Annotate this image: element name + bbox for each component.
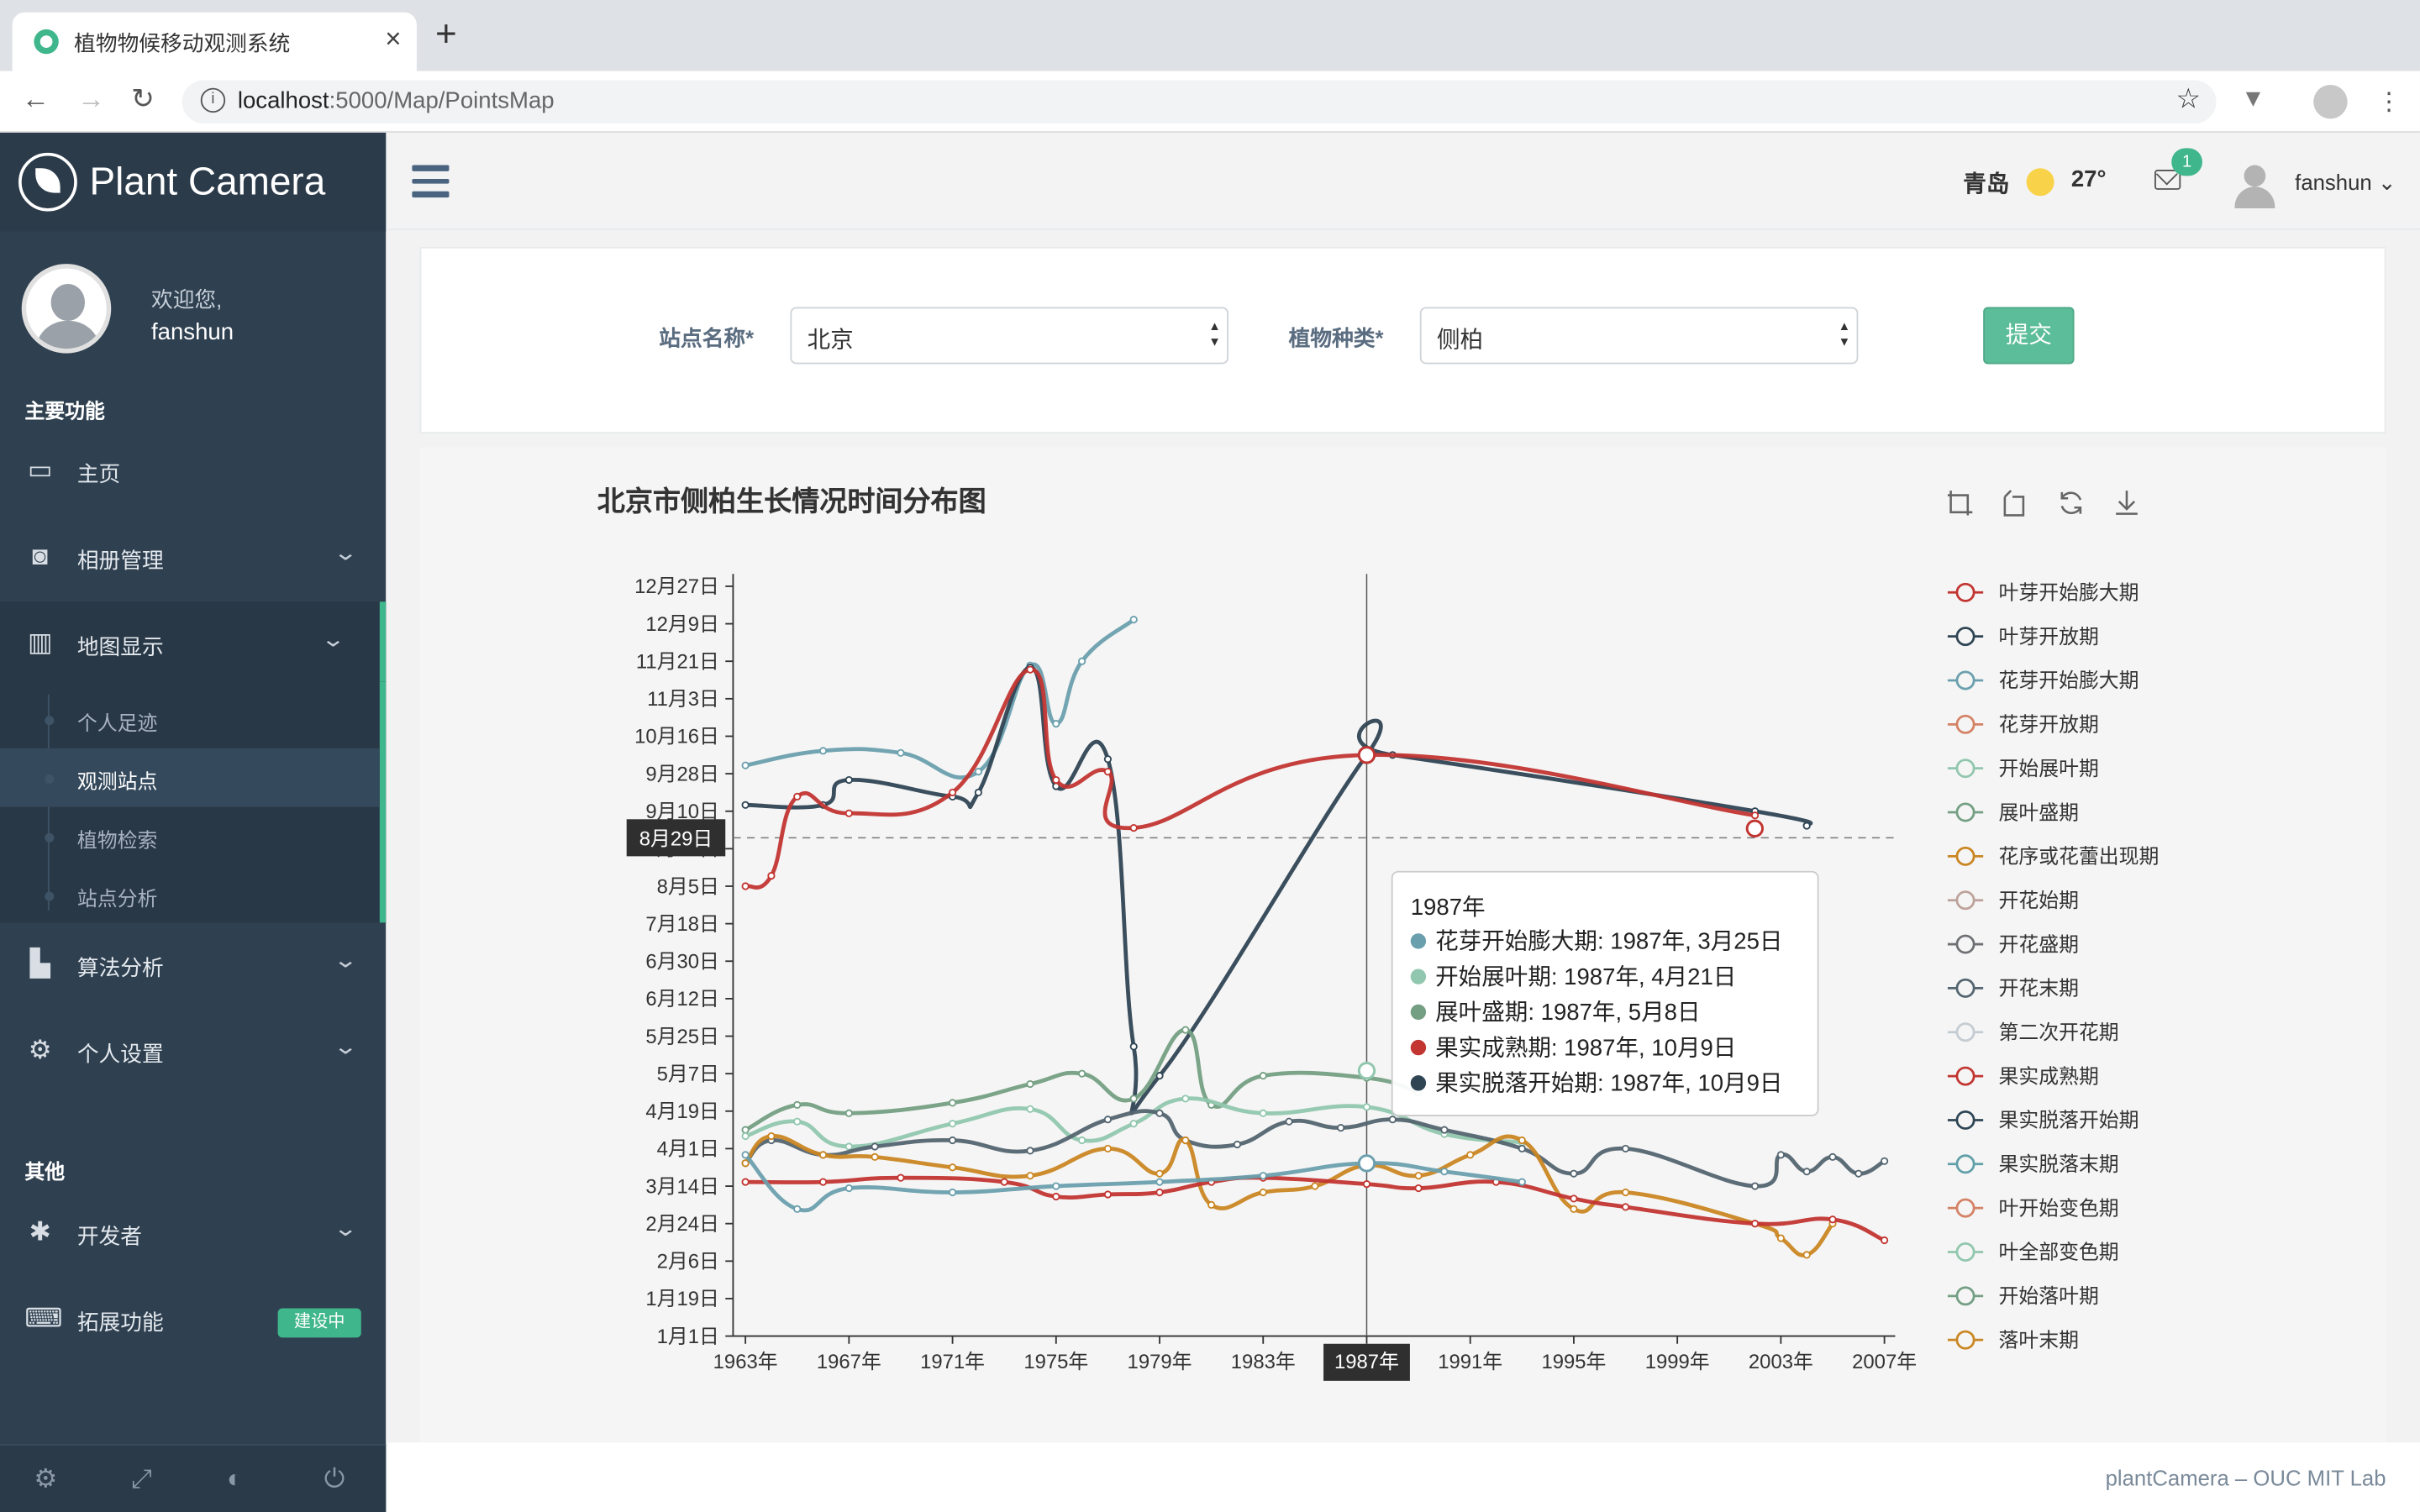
section-other: 其他	[24, 1160, 66, 1184]
footer-text: plantCamera – OUC MIT Lab	[2105, 1465, 2386, 1491]
sub-item-station-analysis[interactable]: 站点分析	[0, 865, 380, 924]
sidebar-item-label: 相册管理	[76, 548, 164, 573]
url-field[interactable]: i localhost:5000/Map/PointsMap ☆	[182, 80, 2217, 123]
submenu: 个人足迹 观测站点 植物检索 站点分析	[0, 681, 387, 924]
address-bar: ← → ↻ i localhost:5000/Map/PointsMap ☆ ▼…	[0, 71, 2420, 133]
chevron-down-icon: ⌄	[2377, 170, 2396, 195]
query-form: 站点名称* 北京 ▲ ▼ 植物种类* 侧柏 ▲ ▼ 提交	[419, 246, 2386, 434]
settings-icon[interactable]: ⚙	[34, 1464, 57, 1495]
sidebar-item-label: 个人设置	[76, 1041, 164, 1067]
new-tab-icon[interactable]: +	[435, 16, 457, 54]
download-icon[interactable]	[2112, 487, 2143, 518]
url-host: localhost	[237, 87, 329, 114]
sidebar-item-home[interactable]: ▭ 主页	[0, 429, 386, 516]
zoom-area-icon[interactable]	[1944, 487, 1975, 518]
section-main: 主要功能	[24, 399, 105, 423]
bug-icon: ✱	[29, 1217, 51, 1247]
sidebar-item-label: 拓展功能	[76, 1310, 164, 1335]
under-construction-badge: 建设中	[277, 1308, 361, 1338]
app-logo[interactable]: Plant Camera	[0, 132, 387, 232]
species-label: 植物种类*	[1288, 325, 1384, 350]
sidebar-item-settings[interactable]: ⚙ 个人设置 ⌄	[0, 1009, 386, 1095]
zoom-reset-icon[interactable]	[1999, 487, 2030, 518]
app-name: Plant Camera	[89, 160, 326, 204]
sub-item-label: 观测站点	[76, 769, 158, 794]
welcome-text: 欢迎您,	[150, 286, 223, 312]
laptop-icon: ⌨	[24, 1304, 63, 1333]
sun-icon	[2026, 168, 2054, 197]
sidebar-footer: ⚙ ⤢ ◐ ⏻	[0, 1444, 387, 1512]
chevron-down-icon: ⌄	[333, 1215, 359, 1241]
close-tab-icon[interactable]: ×	[385, 24, 401, 56]
mail-count-badge: 1	[2171, 148, 2202, 176]
user-avatar[interactable]	[2234, 162, 2275, 208]
sub-item-label: 植物检索	[76, 828, 158, 852]
sub-item-label: 个人足迹	[76, 711, 158, 735]
bar-chart-icon: ▙	[29, 948, 50, 979]
sidebar-username: fanshun	[150, 319, 234, 346]
logout-icon[interactable]: ⏻	[324, 1464, 345, 1495]
extension-icon[interactable]: ▼	[2241, 87, 2265, 114]
profile-icon[interactable]	[2313, 85, 2348, 119]
monitor-icon: ▭	[28, 454, 53, 485]
chevron-down-icon: ⌄	[333, 1033, 359, 1058]
hide-icon[interactable]: ◐	[227, 1464, 243, 1495]
species-value: 侧柏	[1436, 327, 1484, 354]
weather-city: 青岛	[1963, 171, 2010, 198]
bookmark-star-icon[interactable]: ☆	[2175, 83, 2201, 116]
chevron-down-icon: ⌄	[333, 539, 359, 565]
submit-button[interactable]: 提交	[1983, 307, 2075, 365]
sidebar-item-algorithm[interactable]: ▙ 算法分析 ⌄	[0, 922, 386, 1009]
sidebar-item-map[interactable]: ▥ 地图显示 ⌄	[0, 601, 387, 682]
sidebar-item-label: 开发者	[76, 1223, 142, 1248]
favicon-icon	[34, 29, 59, 55]
chart-title: 北京市侧柏生长情况时间分布图	[597, 486, 986, 517]
sidebar: Plant Camera 欢迎您, fanshun 主要功能 ▭ 主页 ◙ 相册…	[0, 132, 387, 1512]
station-select[interactable]: 北京 ▲ ▼	[790, 307, 1229, 365]
hamburger-menu-icon[interactable]	[412, 165, 450, 197]
sub-item-footprint[interactable]: 个人足迹	[0, 690, 380, 748]
sidebar-item-label: 主页	[76, 461, 121, 486]
header-username: fanshun	[2295, 170, 2372, 195]
station-value: 北京	[807, 327, 854, 354]
page-footer: plantCamera – OUC MIT Lab	[387, 1442, 2420, 1512]
camera-icon: ◙	[32, 541, 49, 571]
map-icon: ▥	[28, 627, 53, 658]
info-icon[interactable]: i	[200, 87, 226, 113]
back-icon[interactable]: ←	[22, 83, 50, 116]
fullscreen-icon[interactable]: ⤢	[131, 1464, 152, 1495]
chevron-down-icon: ⌄	[320, 626, 347, 652]
restore-icon[interactable]	[2055, 487, 2086, 518]
sub-item-label: 站点分析	[76, 887, 158, 911]
sidebar-item-developer[interactable]: ✱ 开发者 ⌄	[0, 1191, 386, 1278]
sub-item-plant-search[interactable]: 植物检索	[0, 807, 380, 866]
tab-title: 植物物候移动观测系统	[74, 30, 291, 56]
forward-icon[interactable]: →	[77, 83, 105, 116]
leaf-icon	[18, 152, 77, 212]
chevron-down-icon: ⌄	[333, 947, 359, 973]
url-path: :5000/Map/PointsMap	[329, 87, 555, 114]
species-select[interactable]: 侧柏 ▲ ▼	[1419, 307, 1859, 365]
sidebar-item-label: 算法分析	[76, 954, 164, 980]
browser-tab[interactable]: 植物物候移动观测系统 ×	[12, 12, 417, 71]
gears-icon: ⚙	[28, 1035, 52, 1065]
top-header: 青岛 27° 1 fanshun ⌄	[387, 132, 2420, 230]
reload-icon[interactable]: ↻	[131, 83, 155, 116]
chart-panel: 北京市侧柏生长情况时间分布图	[419, 447, 2386, 1443]
user-dropdown[interactable]: fanshun ⌄	[2295, 170, 2396, 196]
sub-item-stations[interactable]: 观测站点	[0, 748, 380, 807]
sidebar-item-album[interactable]: ◙ 相册管理 ⌄	[0, 515, 386, 601]
avatar[interactable]	[21, 264, 112, 354]
select-arrows-icon: ▲ ▼	[1208, 319, 1221, 349]
select-arrows-icon: ▲ ▼	[1838, 319, 1851, 349]
menu-dots-icon[interactable]: ⋮	[2377, 87, 2402, 118]
station-label: 站点名称*	[659, 325, 755, 350]
browser-tab-bar: 植物物候移动观测系统 × +	[0, 0, 2420, 71]
weather-temperature: 27°	[2070, 166, 2107, 193]
sidebar-item-label: 地图显示	[76, 633, 164, 659]
